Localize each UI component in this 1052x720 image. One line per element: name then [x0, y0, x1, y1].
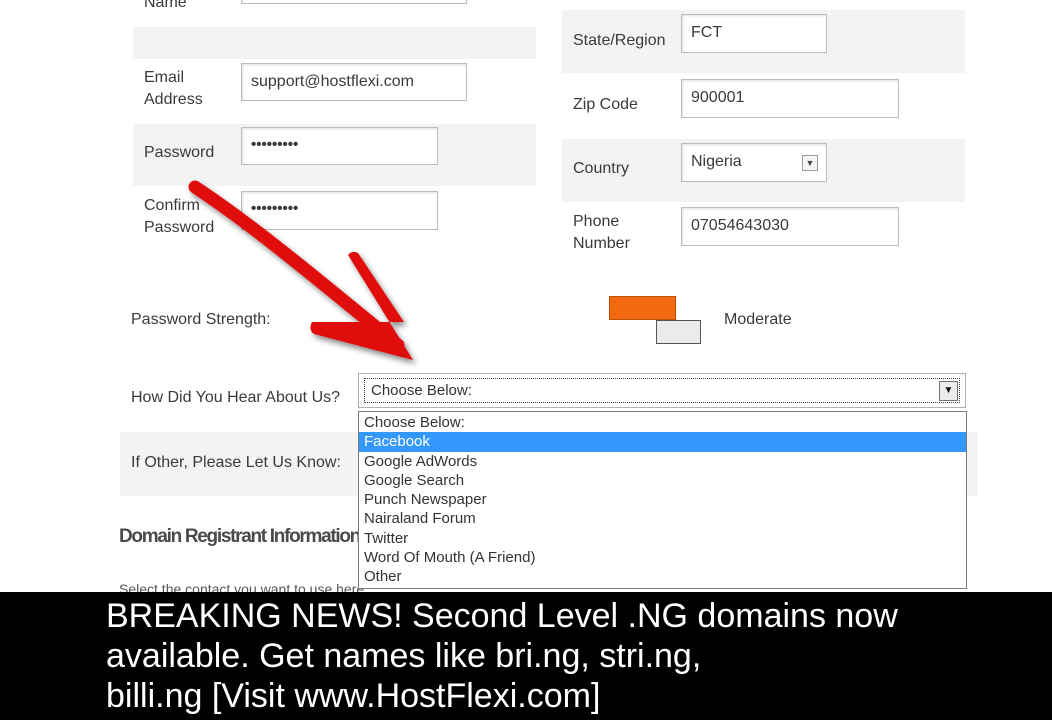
ticker-line-3: billi.ng [Visit www.HostFlexi.com]: [106, 677, 601, 715]
news-ticker-text: BREAKING NEWS! Second Level .NG domains …: [106, 596, 1006, 716]
ticker-line-2: available. Get names like bri.ng, stri.n…: [106, 637, 702, 675]
ticker-line-1: BREAKING NEWS! Second Level .NG domains …: [106, 597, 898, 635]
